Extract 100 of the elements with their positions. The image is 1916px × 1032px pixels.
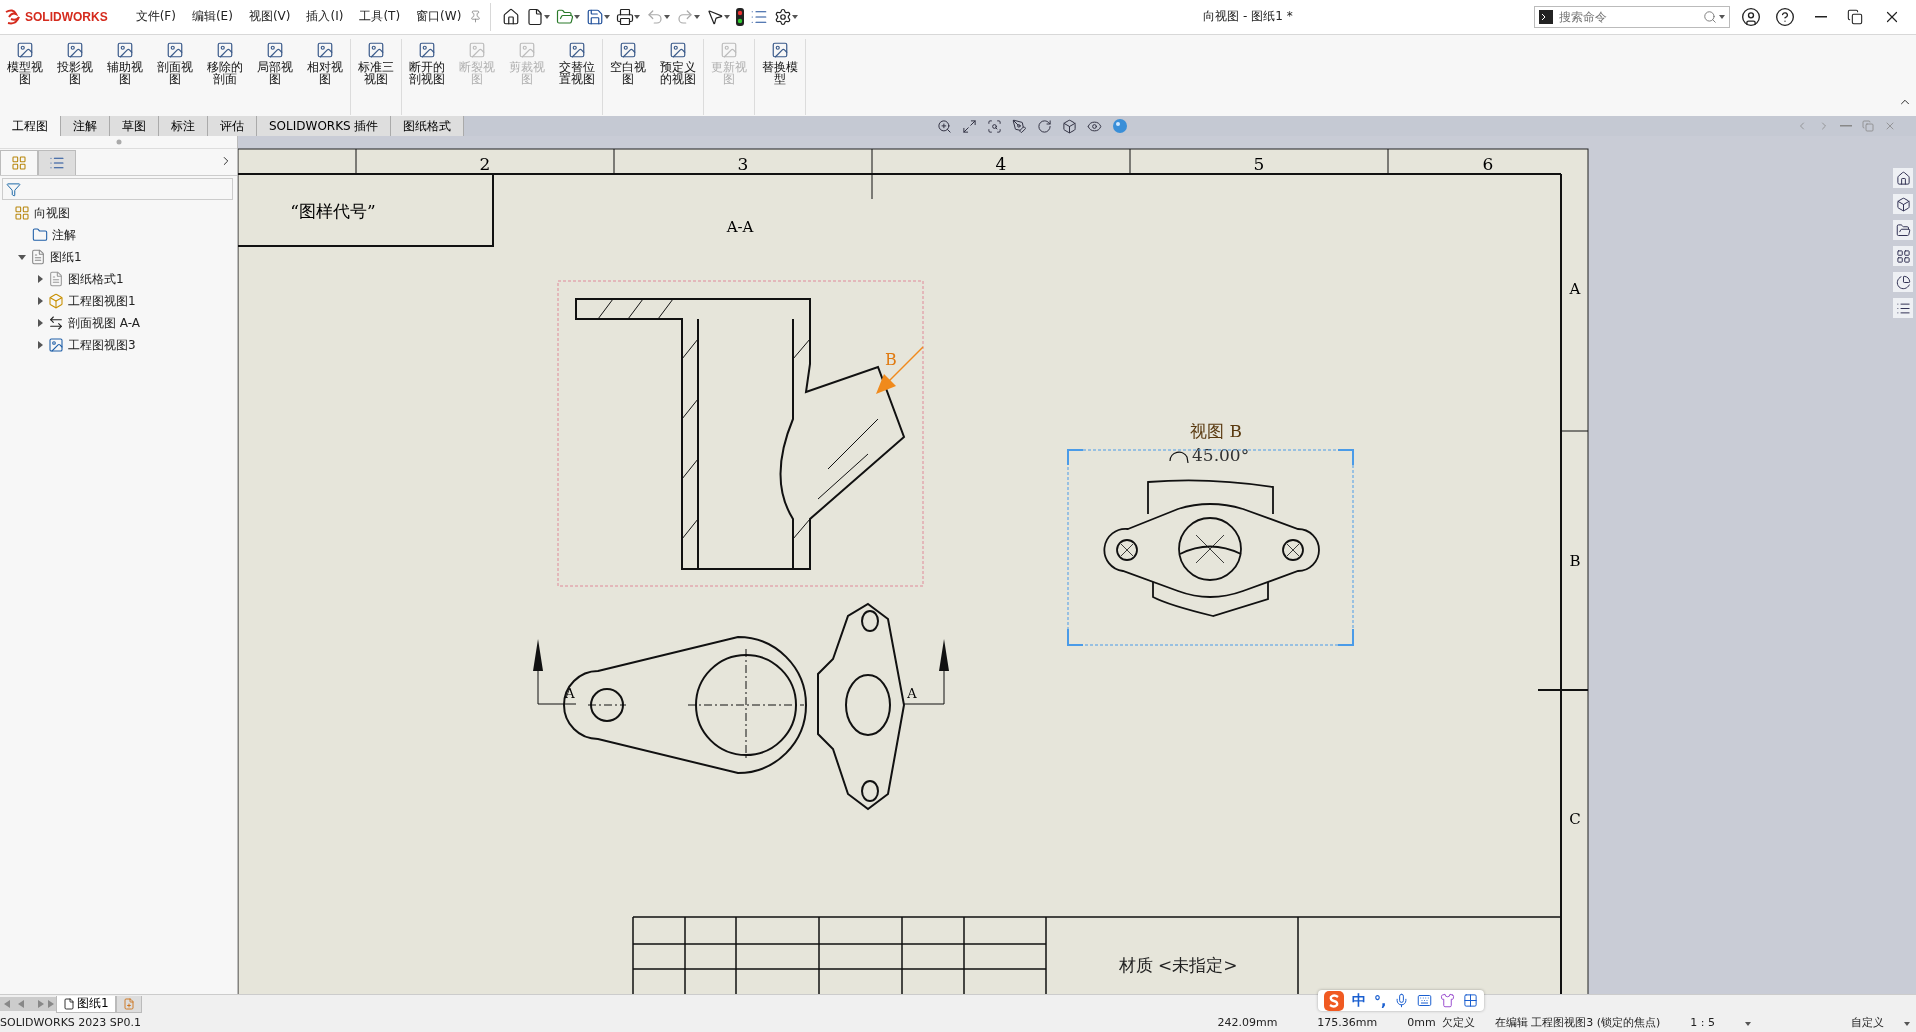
search-field[interactable]: 搜索命令: [1534, 5, 1730, 28]
tree-item[interactable]: 向视图: [34, 204, 70, 222]
visibility-icon: [1087, 118, 1103, 134]
ribbon-button[interactable]: 空白视图: [603, 38, 653, 115]
tree-item[interactable]: 工程图视图1: [68, 292, 136, 310]
user-icon: [1741, 6, 1761, 27]
command-tab[interactable]: 标注: [159, 116, 208, 137]
expand-icon[interactable]: [36, 319, 44, 328]
tree-item[interactable]: 注解: [52, 226, 76, 244]
zoom-fit-icon: [962, 118, 978, 134]
command-tab[interactable]: 评估: [208, 116, 257, 137]
section-marker: A: [907, 686, 917, 702]
version-text: SOLIDWORKS 2023 SP0.1: [0, 1016, 141, 1030]
drag-handle-icon: [115, 139, 122, 146]
menu-item[interactable]: 窗口(W): [408, 8, 470, 26]
rotate-icon: [1037, 118, 1053, 134]
ribbon-button[interactable]: 辅助视图: [100, 38, 150, 115]
menu-item[interactable]: 工具(T): [351, 8, 409, 26]
ribbon-button[interactable]: 交替位置视图: [552, 38, 602, 115]
tree-item[interactable]: 图纸格式1: [68, 270, 124, 288]
pin-icon: [469, 10, 483, 24]
view-icon: [116, 40, 134, 59]
units-selector[interactable]: 自定义: [1851, 1015, 1884, 1031]
ribbon-button[interactable]: 局部视图: [250, 38, 300, 115]
property-tab[interactable]: [38, 149, 76, 175]
view-icon: [568, 40, 586, 59]
view-icon: [619, 40, 637, 59]
z-coordinate: 0mm: [1407, 1016, 1436, 1030]
restore-icon: [1847, 8, 1863, 25]
zone-letter: B: [1569, 552, 1581, 571]
caret-icon: [792, 14, 799, 19]
expand-icon[interactable]: [36, 275, 44, 284]
expand-icon[interactable]: [36, 341, 44, 350]
sheet-scale[interactable]: 1 : 5: [1690, 1016, 1715, 1030]
view-arrow: [876, 346, 924, 395]
rotation-angle: 45.00°: [1192, 445, 1250, 466]
task-pane-button[interactable]: [1893, 220, 1913, 241]
ribbon-button[interactable]: 替换模型: [755, 38, 805, 115]
document-icon: [526, 7, 545, 26]
zoom-icon: [937, 118, 953, 134]
save-icon: [586, 7, 605, 26]
task-pane-button[interactable]: [1893, 272, 1913, 293]
zone-number: 4: [995, 154, 1007, 175]
menu-item[interactable]: 插入(I): [298, 8, 352, 26]
caret-icon: [1745, 1022, 1751, 1027]
logo-icon: [4, 8, 22, 25]
feature-tree-tab[interactable]: [0, 149, 38, 175]
ime-mode[interactable]: 中: [1352, 991, 1366, 1010]
caret-icon: [724, 14, 731, 19]
task-pane-button[interactable]: [1893, 194, 1913, 215]
zone-number: 6: [1482, 154, 1494, 175]
tree-item[interactable]: 图纸1: [50, 248, 82, 266]
task-pane-button[interactable]: [1893, 168, 1913, 189]
ribbon-button[interactable]: 投影视图: [50, 38, 100, 115]
collapse-icon[interactable]: [18, 253, 26, 262]
ribbon-button[interactable]: 模型视图: [0, 38, 50, 115]
editing-status: 在编辑 工程图视图3 (锁定的焦点): [1494, 1015, 1661, 1031]
tree-item[interactable]: 剖面视图 A-A: [68, 314, 141, 332]
sketch-icon: [1012, 118, 1028, 134]
minimize-icon: [1815, 15, 1827, 18]
view-icon: [367, 40, 385, 59]
home-icon: [1895, 170, 1911, 186]
view-icon: [669, 40, 687, 59]
zone-letter: A: [1569, 280, 1581, 299]
caret-icon: [1904, 1022, 1910, 1027]
filter-field[interactable]: [2, 178, 233, 201]
section-view-icon: [48, 315, 64, 332]
task-pane-button[interactable]: [1893, 246, 1913, 267]
view-icon: [16, 40, 34, 59]
minimize-button[interactable]: [1812, 13, 1830, 20]
title-block-note: “图样代号”: [290, 201, 376, 222]
sheet-format-icon: [48, 271, 64, 288]
view-icon: [518, 40, 536, 59]
command-tab[interactable]: 草图: [110, 116, 159, 137]
settings-icon: [774, 7, 793, 26]
menu-item[interactable]: 编辑(E): [183, 8, 241, 26]
annotation-folder-icon: [32, 227, 48, 244]
ribbon-button[interactable]: 标准三视图: [351, 38, 401, 115]
command-tab[interactable]: 注解: [61, 116, 110, 137]
ribbon-button[interactable]: 断开的剖视图: [402, 38, 452, 115]
definition-state: 欠定义: [1441, 1015, 1475, 1031]
sheet-scroll-icon[interactable]: [0, 997, 56, 1012]
sheet-tab[interactable]: 图纸1: [56, 995, 116, 1013]
menu-item[interactable]: 视图(V): [240, 8, 299, 26]
ribbon-button[interactable]: 剖面视图: [150, 38, 200, 115]
command-tab[interactable]: 图纸格式: [391, 116, 465, 137]
tree-icon: [11, 154, 27, 171]
redo-icon: [676, 7, 695, 26]
ribbon-button[interactable]: 相对视图: [300, 38, 350, 115]
menu-item[interactable]: 文件(F): [127, 8, 184, 26]
ribbon-button[interactable]: 预定义的视图: [653, 38, 703, 115]
minimize-icon: [1840, 125, 1852, 128]
expand-icon[interactable]: [36, 297, 44, 306]
view-arrow-label: B: [885, 350, 897, 370]
ime-punctuation[interactable]: °,: [1374, 992, 1387, 1009]
ribbon-button[interactable]: 移除的剖面: [200, 38, 250, 115]
microphone-icon: [1394, 993, 1410, 1008]
tree-item[interactable]: 工程图视图3: [68, 336, 136, 354]
command-tab[interactable]: SOLIDWORKS 插件: [257, 116, 392, 137]
command-tab[interactable]: 工程图: [0, 116, 61, 137]
